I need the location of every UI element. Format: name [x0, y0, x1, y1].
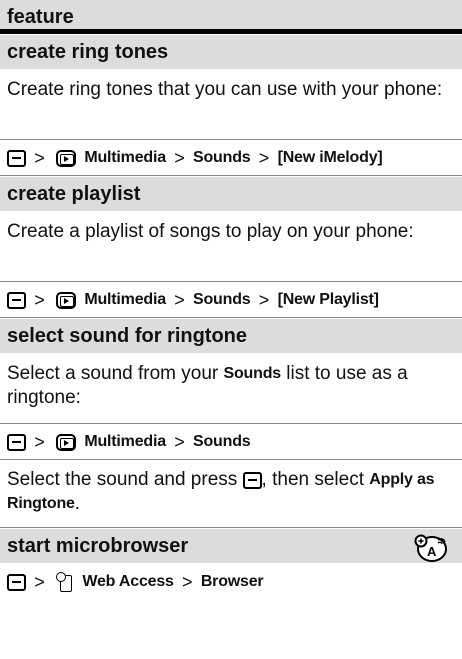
- path-item-new-imelody: [New iMelody]: [277, 149, 383, 166]
- feature-table: feature create ring tones Create ring to…: [0, 0, 462, 659]
- menu-key-icon: [7, 149, 26, 167]
- multimedia-icon: [56, 149, 77, 167]
- feature-title-text: create ring tones: [7, 41, 169, 63]
- description-text: Select a sound from your: [7, 363, 219, 384]
- path-separator: >: [174, 290, 185, 310]
- path-item-multimedia: Multimedia: [84, 291, 166, 308]
- table-header: feature: [0, 0, 462, 34]
- feature-description: Select a sound from your Sounds list to …: [0, 354, 462, 424]
- menu-path: > Web Access > Browser: [0, 564, 462, 600]
- menu-key-icon: [242, 471, 262, 489]
- multimedia-icon: [56, 433, 77, 451]
- description-text: Create ring tones that you can use with …: [7, 79, 443, 100]
- path-separator: >: [174, 148, 185, 168]
- path-item-sounds: Sounds: [193, 291, 251, 308]
- feature-title-microbrowser: start microbrowser A: [0, 528, 462, 564]
- description-text: Create a playlist of songs to play on yo…: [7, 221, 414, 242]
- path-separator: >: [182, 572, 193, 592]
- sounds-term: Sounds: [223, 365, 282, 382]
- path-separator: >: [258, 148, 270, 168]
- path-separator: >: [34, 290, 45, 310]
- menu-key-icon: [7, 573, 26, 591]
- feature-description: Create ring tones that you can use with …: [0, 70, 462, 140]
- menu-key-icon: [7, 291, 26, 309]
- table-header-label: feature: [7, 6, 74, 28]
- path-separator: >: [34, 432, 45, 452]
- network-feature-icon: A: [414, 534, 447, 562]
- menu-path: > Multimedia > Sounds > [New iMelody]: [0, 140, 462, 176]
- web-access-icon: [56, 572, 74, 592]
- path-separator: >: [174, 432, 185, 452]
- path-item-new-playlist: [New Playlist]: [277, 291, 379, 308]
- path-separator: >: [34, 148, 45, 168]
- path-item-browser: Browser: [200, 573, 264, 590]
- feature-title-text: create playlist: [7, 183, 141, 205]
- menu-key-icon: [7, 433, 26, 451]
- feature-title-ring-tones: create ring tones: [0, 34, 462, 70]
- path-item-web-access: Web Access: [82, 573, 174, 590]
- feature-title-select-sound: select sound for ringtone: [0, 318, 462, 354]
- feature-description: Create a playlist of songs to play on yo…: [0, 212, 462, 282]
- feature-title-playlist: create playlist: [0, 176, 462, 212]
- instruction-text: Select the sound and press: [7, 469, 238, 490]
- path-item-multimedia: Multimedia: [84, 149, 166, 166]
- menu-path: > Multimedia > Sounds > [New Playlist]: [0, 282, 462, 318]
- feature-title-text: select sound for ringtone: [7, 325, 248, 347]
- path-item-multimedia: Multimedia: [84, 433, 166, 450]
- path-item-sounds: Sounds: [193, 149, 251, 166]
- path-item-sounds: Sounds: [193, 433, 251, 450]
- multimedia-icon: [56, 291, 77, 309]
- instruction-text: , then select: [261, 469, 364, 490]
- menu-path: > Multimedia > Sounds: [0, 424, 462, 460]
- svg-text:A: A: [427, 544, 437, 559]
- path-separator: >: [258, 290, 270, 310]
- path-separator: >: [34, 572, 45, 592]
- instruction-period: .: [74, 493, 81, 515]
- feature-title-text: start microbrowser: [7, 535, 189, 557]
- feature-instruction: Select the sound and press , then select…: [0, 460, 462, 528]
